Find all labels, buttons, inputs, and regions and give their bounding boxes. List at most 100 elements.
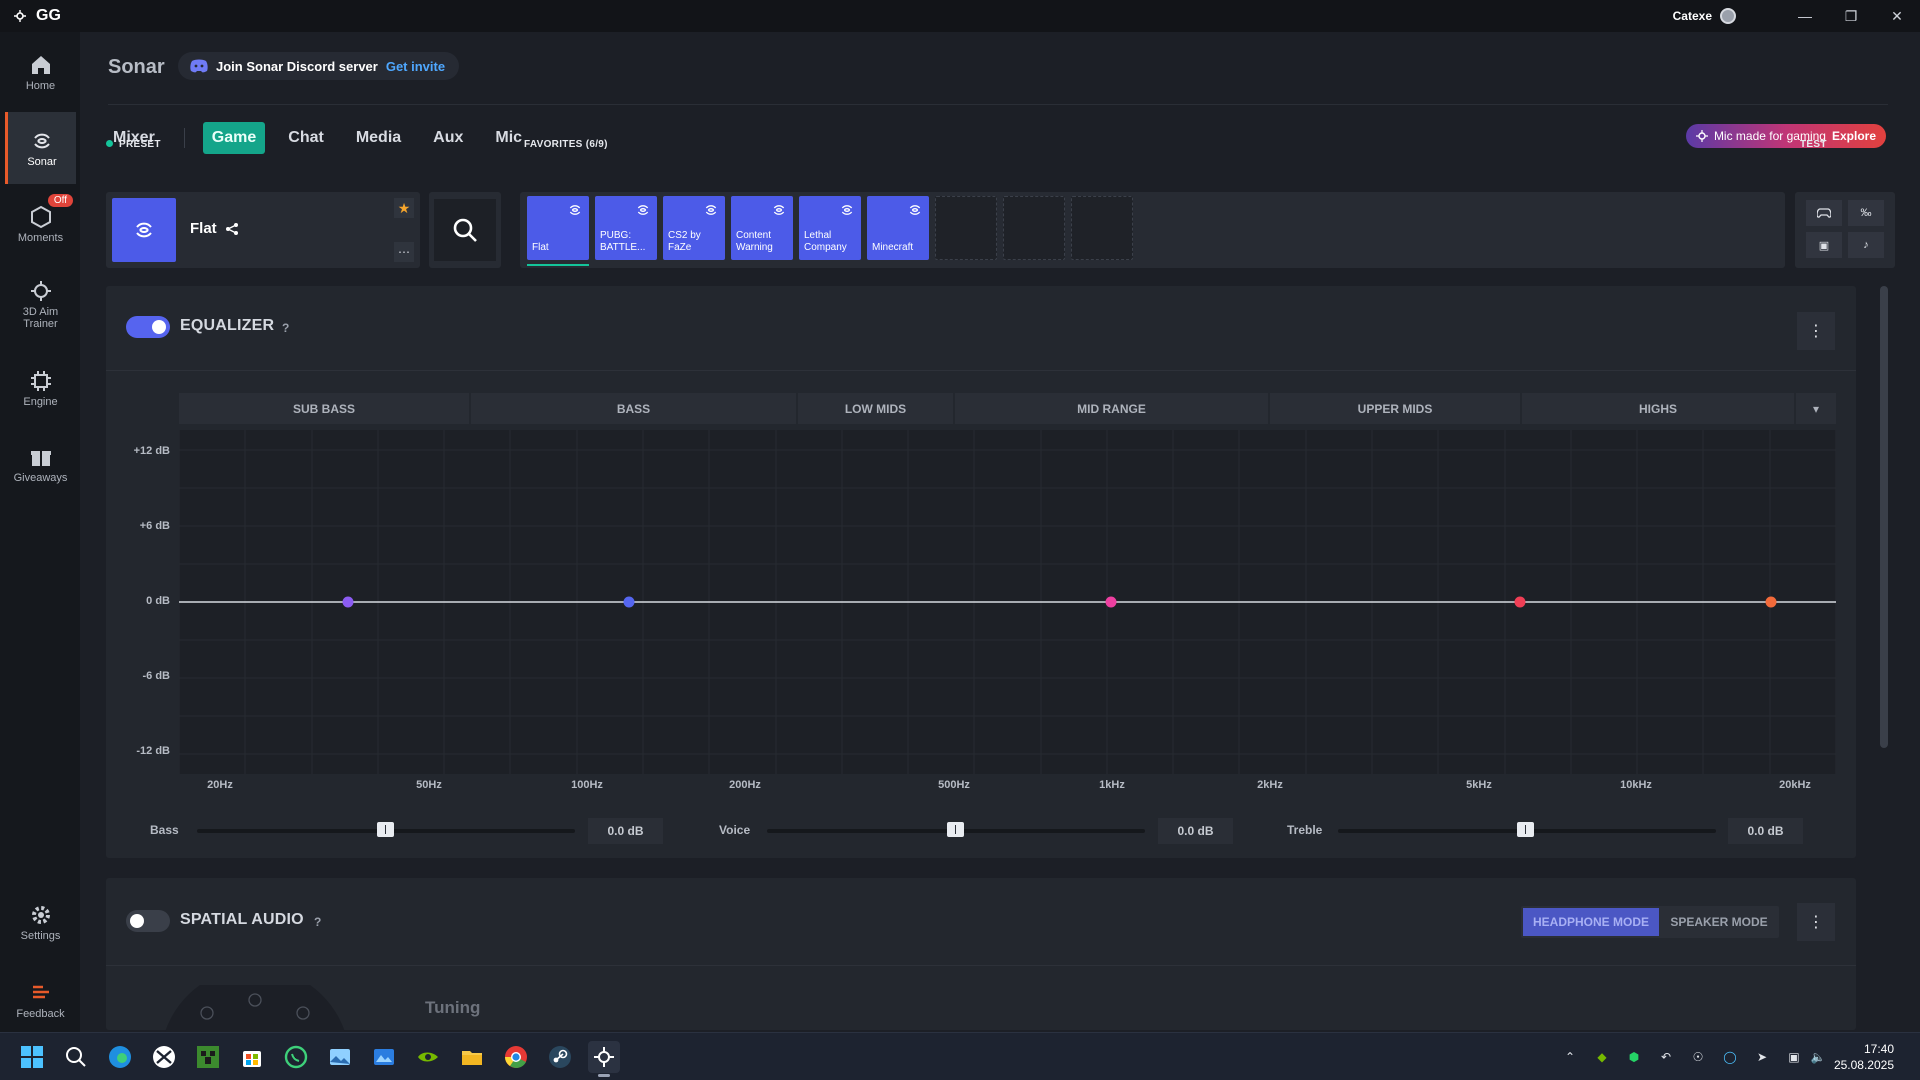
band-mid-range[interactable]: MID RANGE [955,393,1268,424]
minimize-button[interactable]: — [1782,0,1828,32]
xbox-icon[interactable] [148,1041,180,1073]
nav-moments[interactable]: Off Moments [5,188,76,260]
tab-aux[interactable]: Aux [424,122,472,154]
network-icon[interactable]: ▣ [1786,1049,1802,1065]
discord-banner[interactable]: Join Sonar Discord server Get invite [178,52,460,80]
kaspersky-tray-icon[interactable]: ⬢ [1626,1049,1642,1065]
volume-icon[interactable]: 🔈 [1810,1049,1826,1065]
restore-button[interactable]: ❐ [1828,0,1874,32]
treble-slider-thumb[interactable] [1517,822,1534,837]
nav-giveaways[interactable]: Giveaways [5,428,76,500]
whatsapp-icon[interactable] [280,1041,312,1073]
system-clock[interactable]: 17:40 25.08.2025 [1834,1041,1894,1073]
eq-band-point[interactable] [623,596,635,608]
band-highs[interactable]: HIGHS [1522,393,1794,424]
get-invite-link[interactable]: Get invite [386,59,445,74]
eq-band-point[interactable] [1765,596,1777,608]
band-upper-mids[interactable]: UPPER MIDS [1270,393,1520,424]
sonar-icon [34,133,50,148]
bass-value[interactable]: 0.0 dB [588,818,663,844]
favorite-empty-slot[interactable] [935,196,997,260]
star-icon: ★ [397,199,411,216]
test-film-button[interactable]: ▣ [1806,232,1842,258]
tab-chat[interactable]: Chat [279,122,333,154]
nav-engine[interactable]: Engine [5,352,76,424]
steam-icon[interactable] [544,1041,576,1073]
steelseries-gg-taskbar-icon[interactable] [588,1041,620,1077]
cortana-tray-icon[interactable]: ◯ [1722,1049,1738,1065]
minecraft-icon[interactable] [192,1041,224,1073]
nav-sonar[interactable]: Sonar [5,112,76,184]
photos-icon[interactable] [324,1041,356,1073]
nav-label: Settings [20,929,61,942]
arc-tray-icon[interactable]: ↶ [1658,1049,1674,1065]
nav-aim-trainer[interactable]: 3D Aim Trainer [5,264,76,344]
equalizer-more-button[interactable]: ⋮ [1797,312,1835,350]
tab-game[interactable]: Game [202,122,266,154]
user-account[interactable]: Catexe [1673,8,1736,24]
band-sub-bass[interactable]: SUB BASS [179,393,469,424]
nvidia-icon[interactable] [412,1041,444,1073]
spatial-help-icon[interactable]: ? [314,915,321,929]
nav-home[interactable]: Home [5,36,76,108]
edge-icon[interactable] [104,1041,136,1073]
close-button[interactable]: ✕ [1874,0,1920,32]
preset-search-button[interactable] [429,192,501,268]
favorite-pubg[interactable]: PUBG: BATTLE... [595,196,657,260]
headphone-mode-button[interactable]: HEADPHONE MODE [1523,908,1659,936]
test-effects-button[interactable]: ‰ [1848,200,1884,226]
mic-promo-banner[interactable]: Mic made for gaming Explore [1685,124,1886,148]
x-label: 10kHz [1620,779,1652,791]
spatial-audio-toggle[interactable] [126,910,170,932]
share-icon[interactable] [225,222,239,236]
chrome-icon[interactable] [500,1041,532,1073]
tab-media[interactable]: Media [347,122,410,154]
bands-dropdown-button[interactable]: ▾ [1796,393,1836,424]
favorite-empty-slot[interactable] [1003,196,1065,260]
test-music-button[interactable]: ♪ [1848,232,1884,258]
bass-slider-thumb[interactable] [377,822,394,837]
file-explorer-icon[interactable] [456,1041,488,1073]
nav-settings[interactable]: Settings [5,886,76,958]
favorite-flat[interactable]: Flat [527,196,589,266]
nvidia-tray-icon[interactable]: ◆ [1594,1049,1610,1065]
store-icon[interactable] [236,1041,268,1073]
search-icon[interactable] [60,1041,92,1073]
voice-slider-thumb[interactable] [947,822,964,837]
nav-label: Engine [23,395,58,408]
gallery-icon[interactable] [368,1041,400,1073]
x-label: 50Hz [416,779,442,791]
preset-more-button[interactable]: ⋯ [394,242,414,262]
eq-graph[interactable] [179,430,1836,774]
speaker-mode-button[interactable]: SPEAKER MODE [1661,908,1777,936]
test-game-button[interactable] [1806,200,1842,226]
avatar[interactable] [1720,8,1736,24]
eq-band-point[interactable] [1105,596,1117,608]
send-tray-icon[interactable]: ➤ [1754,1049,1770,1065]
sonar-icon [773,205,785,215]
favorite-lethal-company[interactable]: Lethal Company [799,196,861,260]
favorite-minecraft[interactable]: Minecraft [867,196,929,260]
equalizer-help-icon[interactable]: ? [282,321,289,335]
nav-feedback[interactable]: Feedback [5,964,76,1036]
eq-band-point[interactable] [1514,596,1526,608]
treble-value[interactable]: 0.0 dB [1728,818,1803,844]
favorite-star-button[interactable]: ★ [394,198,414,218]
favorite-content-warning[interactable]: Content Warning [731,196,793,260]
chevron-down-icon: ▾ [1812,401,1820,416]
voice-value[interactable]: 0.0 dB [1158,818,1233,844]
favorite-empty-slot[interactable] [1071,196,1133,260]
steelseries-tray-icon[interactable]: ☉ [1690,1049,1706,1065]
scrollbar-thumb[interactable] [1880,286,1888,748]
band-low-mids[interactable]: LOW MIDS [798,393,953,424]
explore-link[interactable]: Explore [1832,129,1876,143]
favorite-cs2[interactable]: CS2 by FaZe [663,196,725,260]
band-bass[interactable]: BASS [471,393,796,424]
preset-card[interactable]: Flat ★ ⋯ [106,192,420,268]
equalizer-toggle[interactable] [126,316,170,338]
windows-start-icon[interactable] [16,1041,48,1073]
spatial-more-button[interactable]: ⋮ [1797,903,1835,941]
x-label: 500Hz [938,779,970,791]
show-hidden-icons-chevron-icon[interactable]: ⌃ [1562,1049,1578,1065]
eq-band-point[interactable] [342,596,354,608]
